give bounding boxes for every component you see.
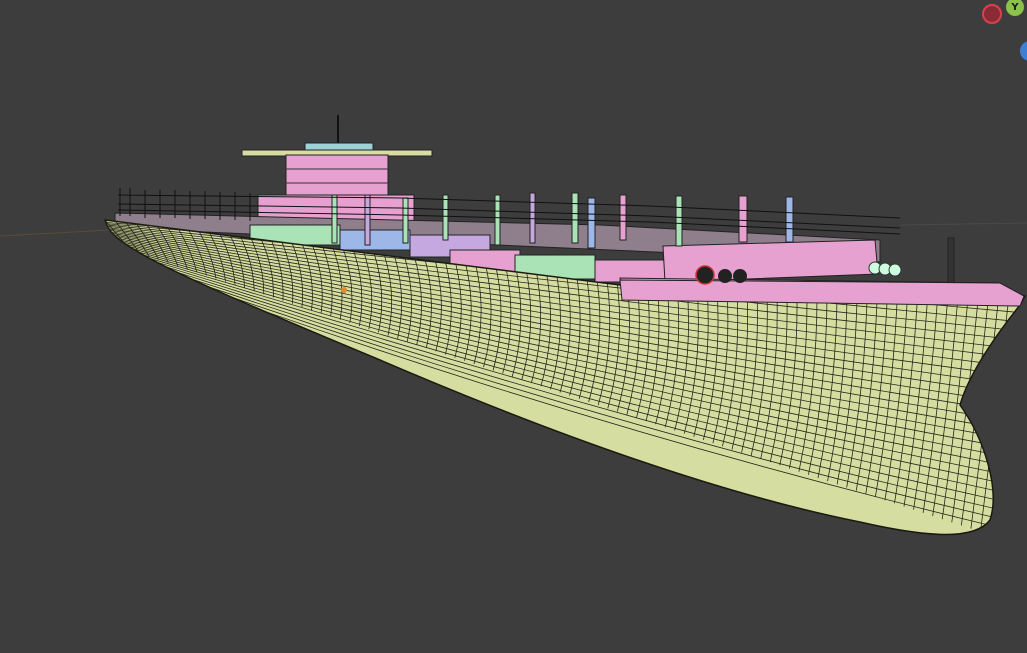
ship-scene [0, 115, 1027, 536]
axis-line [0, 229, 111, 237]
origin-dot [341, 287, 347, 293]
gizmo-x-axis-icon[interactable] [982, 4, 1002, 24]
3d-viewport[interactable] [0, 0, 1027, 653]
axis-line-right [899, 222, 1027, 226]
